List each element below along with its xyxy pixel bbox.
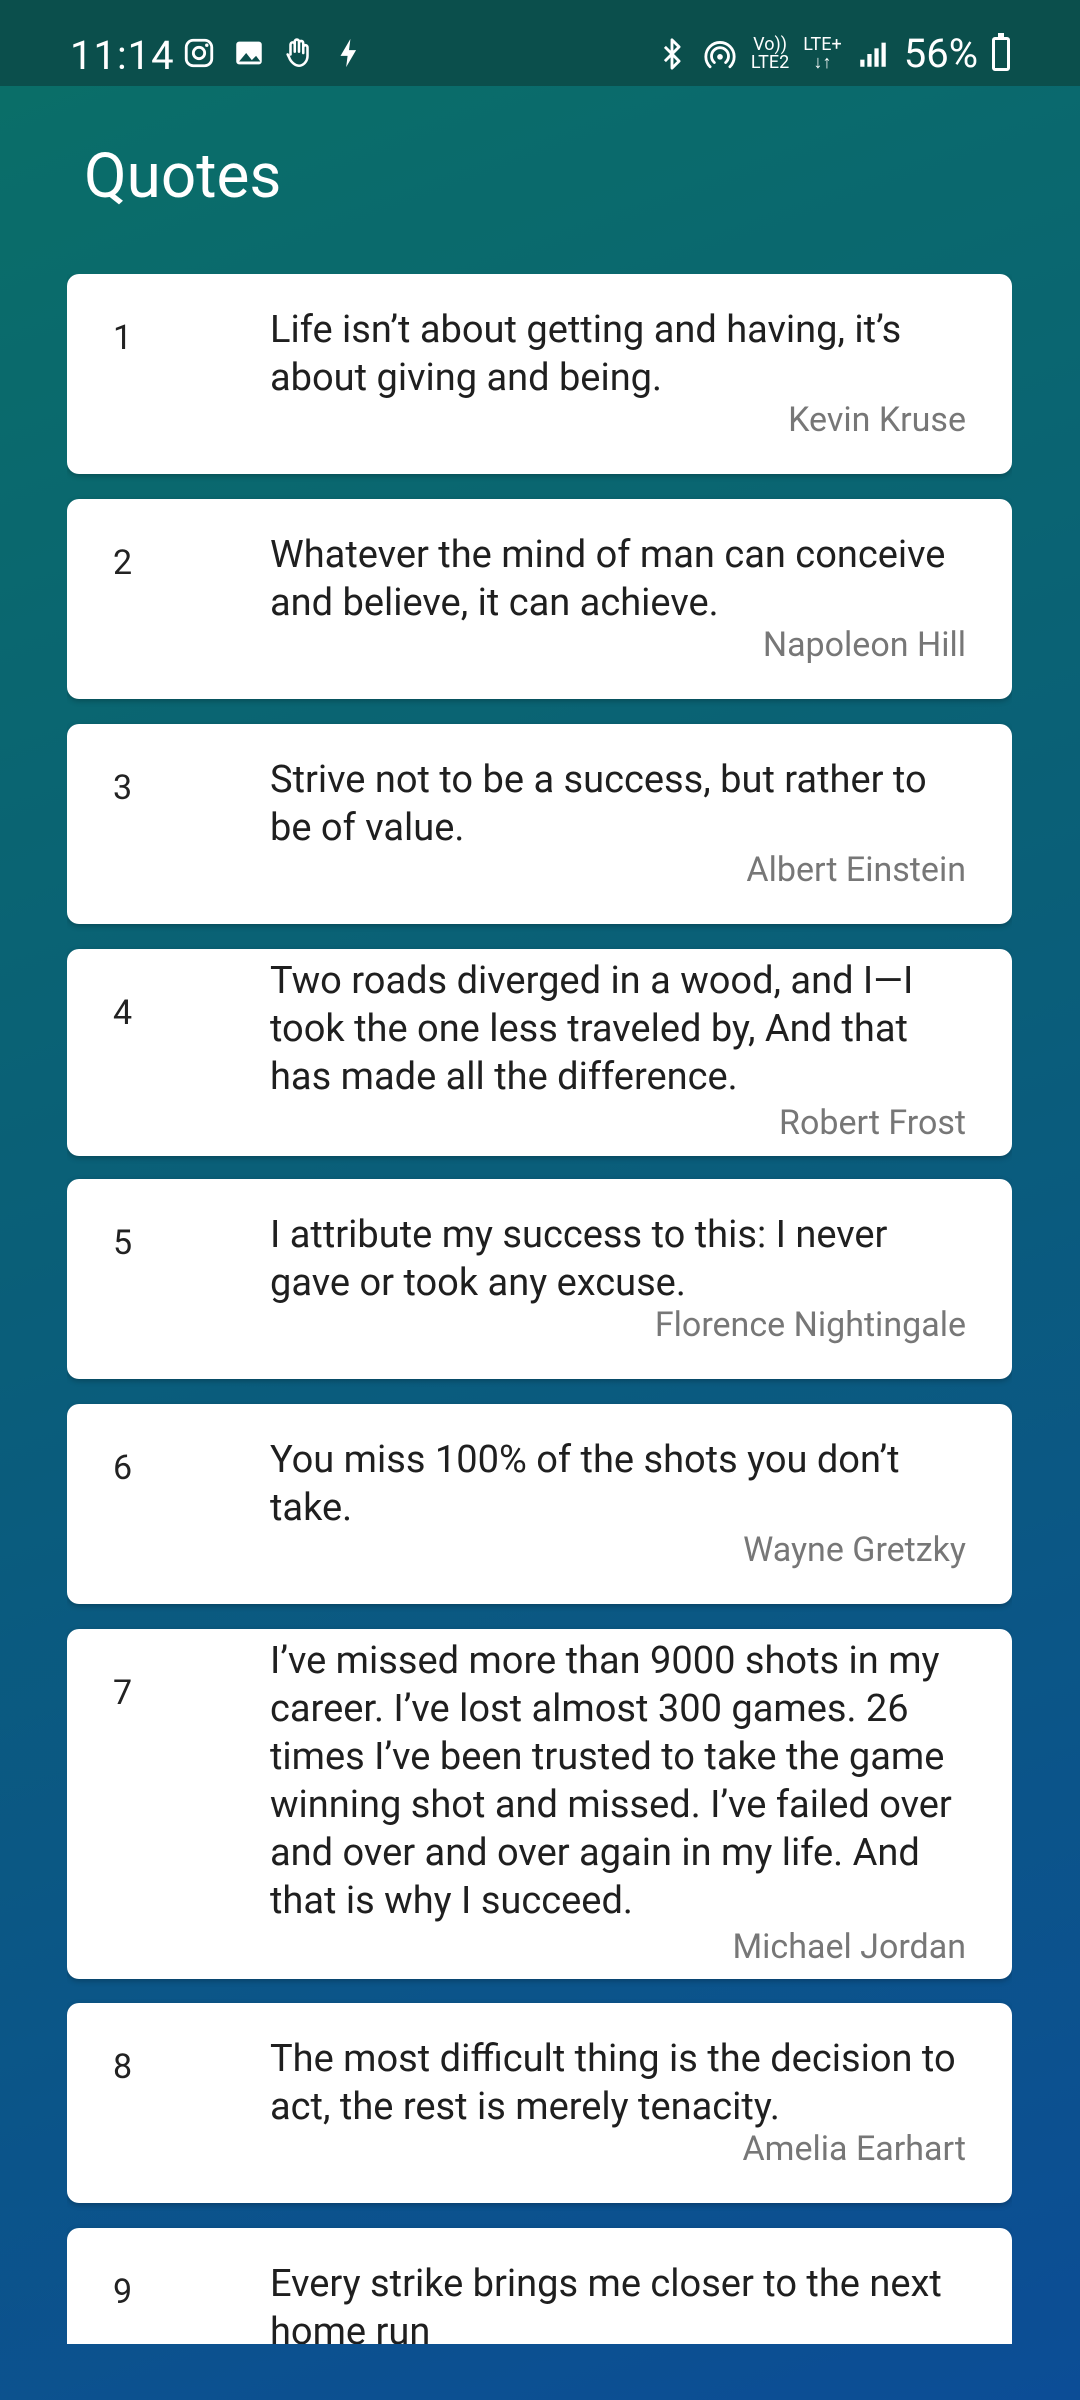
quote-text: Every strike brings me closer to the nex… <box>270 2262 942 2344</box>
quote-card[interactable]: 2 Whatever the mind of man can conceive … <box>67 499 1012 699</box>
quote-author: Wayne Gretzky <box>743 1530 966 1570</box>
gesture-icon <box>286 38 309 68</box>
page-title: Quotes <box>84 140 282 213</box>
bluetooth-icon <box>663 37 681 70</box>
quote-text: Life isn’t about getting and having, it’… <box>270 308 902 400</box>
quote-index: 9 <box>113 2272 133 2312</box>
flash-icon <box>340 38 357 68</box>
status-time: 11:14 <box>70 32 175 79</box>
quote-card[interactable]: 7 I’ve missed more than 9000 shots in my… <box>67 1629 1012 1979</box>
quote-card[interactable]: 8 The most difficult thing is the decisi… <box>67 2003 1012 2203</box>
data-arrows-icon: ↓↑ <box>813 51 832 73</box>
quote-index: 2 <box>113 543 133 583</box>
quote-list[interactable]: 1 Life isn’t about getting and having, i… <box>67 274 1012 2344</box>
quote-card[interactable]: 6 You miss 100% of the shots you don’t t… <box>67 1404 1012 1604</box>
quote-author: Florence Nightingale <box>654 1305 966 1345</box>
battery-percentage: 56% <box>903 30 978 77</box>
quote-card[interactable]: 9 Every strike brings me closer to the n… <box>67 2228 1012 2344</box>
quote-text: I attribute my success to this: I never … <box>270 1213 888 1305</box>
lte-indicator: LTE+ ↓↑ <box>803 33 842 73</box>
quote-index: 7 <box>113 1673 133 1713</box>
volte-label-top: Vo)) <box>753 33 787 55</box>
quote-author: Amelia Earhart <box>742 2129 966 2169</box>
quote-index: 1 <box>113 318 133 358</box>
quote-author: Kevin Kruse <box>788 400 966 440</box>
quote-card[interactable]: 5 I attribute my success to this: I neve… <box>67 1179 1012 1379</box>
quote-author: Robert Frost <box>779 1103 966 1143</box>
quote-text: The most difficult thing is the decision… <box>270 2037 956 2129</box>
volte-label-bottom: LTE2 <box>750 51 790 73</box>
quote-card[interactable]: 1 Life isn’t about getting and having, i… <box>67 274 1012 474</box>
quote-index: 8 <box>113 2047 133 2087</box>
quote-text: Two roads diverged in a wood, and I—I to… <box>270 959 914 1099</box>
quote-text: You miss 100% of the shots you don’t tak… <box>270 1438 900 1530</box>
volte-indicator: Vo)) LTE2 <box>750 33 790 73</box>
quote-index: 6 <box>113 1448 133 1488</box>
signal-icon <box>859 42 886 67</box>
quote-author: Napoleon Hill <box>762 625 966 665</box>
lte-label: LTE+ <box>803 33 842 55</box>
status-bar: 11:14 Vo)) LTE2 LTE+ ↓↑ 56% <box>0 0 1080 86</box>
quote-card[interactable]: 3 Strive not to be a success, but rather… <box>67 724 1012 924</box>
quote-card[interactable]: 4 Two roads diverged in a wood, and I—I … <box>67 949 1012 1156</box>
hotspot-icon <box>704 40 736 68</box>
quote-index: 4 <box>113 993 133 1033</box>
quote-text: I’ve missed more than 9000 shots in my c… <box>270 1639 952 1923</box>
status-left-icons <box>182 36 366 70</box>
quote-author: Albert Einstein <box>746 850 966 890</box>
gallery-icon <box>236 41 262 65</box>
battery-icon <box>992 32 1010 71</box>
quote-index: 5 <box>113 1223 133 1263</box>
quote-text: Strive not to be a success, but rather t… <box>270 758 927 850</box>
quote-text: Whatever the mind of man can conceive an… <box>270 533 946 625</box>
quote-index: 3 <box>113 768 133 808</box>
status-right: Vo)) LTE2 LTE+ ↓↑ 56% <box>655 30 1010 77</box>
quote-author: Michael Jordan <box>732 1927 966 1967</box>
instagram-icon <box>184 38 214 68</box>
